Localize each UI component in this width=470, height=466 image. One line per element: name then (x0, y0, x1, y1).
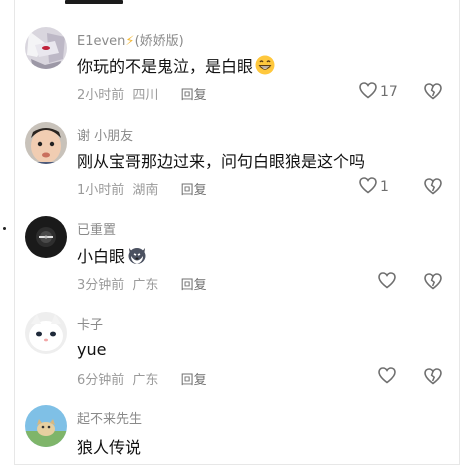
comment-panel: E1even⚡(娇娇版) 你玩的不是鬼泣，是白眼 2小时前 四川 回复 17 谢… (14, 0, 460, 465)
reply-button[interactable]: 回复 (181, 88, 207, 103)
username-text: 卡子 (77, 318, 104, 333)
left-edge-dot (3, 227, 6, 230)
heart-icon (359, 177, 377, 194)
comment-time: 3分钟前 (77, 278, 125, 293)
username-text: 已重置 (77, 223, 117, 238)
comment-time: 2小时前 (77, 88, 125, 103)
heart-icon (378, 272, 396, 289)
reply-button[interactable]: 回复 (181, 373, 207, 388)
like-button[interactable] (378, 367, 396, 385)
avatar[interactable] (25, 122, 67, 164)
comment-meta: 3分钟前 广东 回复 (77, 274, 207, 293)
username-text: 谢 小朋友 (77, 129, 134, 144)
avatar[interactable] (25, 216, 67, 258)
comment-location: 广东 (132, 373, 159, 388)
username[interactable]: 已重置 (77, 219, 116, 238)
username[interactable]: 谢 小朋友 (77, 125, 133, 144)
dislike-button[interactable] (424, 178, 442, 199)
username-suffix: (娇娇版) (134, 34, 184, 49)
comment-text-content: 你玩的不是鬼泣，是白眼 (77, 57, 254, 76)
comment-time: 6分钟前 (77, 373, 125, 388)
dislike-button[interactable] (424, 273, 442, 294)
username[interactable]: 起不来先生 (77, 408, 142, 427)
reply-button[interactable]: 回复 (181, 278, 207, 293)
comment-text: yue (77, 340, 106, 359)
like-button[interactable]: 17 (359, 82, 398, 100)
comment-text: 小白眼 (77, 243, 147, 269)
comment-location: 广东 (132, 278, 159, 293)
comment-text-content: 小白眼 (77, 247, 126, 266)
broken-heart-icon (424, 368, 442, 385)
grinning-face-emoji-icon (255, 55, 275, 79)
like-count: 1 (380, 179, 389, 195)
username-text: E1even (77, 34, 126, 49)
username-text: 起不来先生 (77, 412, 143, 427)
comment-meta: 1小时前 湖南 回复 (77, 179, 207, 198)
comment-location: 四川 (132, 88, 159, 103)
comment-text: 你玩的不是鬼泣，是白眼 (77, 53, 275, 79)
comment-text-content: 刚从宝哥那边过来，问句白眼狼是这个吗 (77, 152, 366, 171)
heart-icon (378, 367, 396, 384)
husky-dog-emoji-icon (127, 245, 147, 269)
comment-text: 刚从宝哥那边过来，问句白眼狼是这个吗 (77, 148, 365, 172)
comment-text: 狼人传说 (77, 434, 141, 458)
lightning-badge-icon: ⚡ (125, 34, 135, 49)
comment-meta: 6分钟前 广东 回复 (77, 369, 207, 388)
comment-text-content: yue (77, 340, 107, 359)
like-button[interactable]: 1 (359, 177, 389, 195)
like-button[interactable] (378, 272, 396, 290)
comment-location: 湖南 (132, 183, 159, 198)
broken-heart-icon (424, 83, 442, 100)
broken-heart-icon (424, 178, 442, 195)
reply-button[interactable]: 回复 (181, 183, 207, 198)
comment-time: 1小时前 (77, 183, 125, 198)
avatar[interactable] (25, 27, 67, 69)
heart-icon (359, 82, 377, 99)
comment-text-content: 狼人传说 (77, 438, 142, 457)
username[interactable]: E1even⚡(娇娇版) (77, 30, 184, 49)
dislike-button[interactable] (424, 368, 442, 389)
broken-heart-icon (424, 273, 442, 290)
comment-meta: 2小时前 四川 回复 (77, 84, 207, 103)
dislike-button[interactable] (424, 83, 442, 104)
username[interactable]: 卡子 (77, 314, 103, 333)
avatar[interactable] (25, 312, 67, 354)
avatar[interactable] (25, 405, 67, 447)
like-count: 17 (380, 84, 398, 100)
scroll-indicator (65, 0, 123, 4)
